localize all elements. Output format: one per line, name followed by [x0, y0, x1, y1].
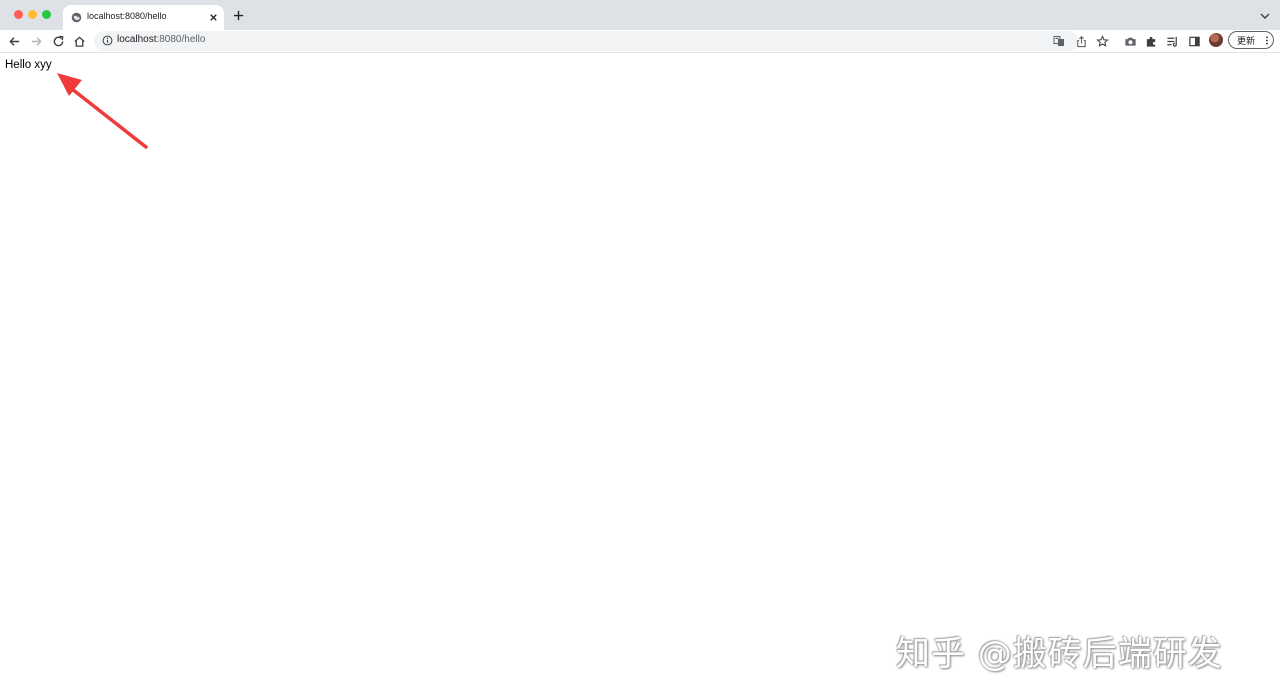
- chevron-down-icon[interactable]: [1260, 12, 1270, 20]
- url-text[interactable]: localhost:8080/hello: [117, 34, 205, 45]
- star-icon[interactable]: [1096, 35, 1109, 48]
- window-minimize-button[interactable]: [28, 10, 37, 19]
- reading-list-icon[interactable]: [1166, 35, 1179, 48]
- back-arrow-icon[interactable]: [8, 35, 21, 48]
- more-vertical-icon: [1266, 36, 1268, 45]
- new-tab-plus-icon[interactable]: [233, 10, 244, 21]
- annotation-arrow: [57, 73, 148, 149]
- extensions-icon[interactable]: [1145, 35, 1158, 48]
- url-host: localhost: [117, 34, 157, 45]
- camera-icon[interactable]: [1124, 35, 1137, 48]
- avatar[interactable]: [1209, 33, 1223, 47]
- globe-icon: [71, 12, 82, 23]
- address-bar[interactable]: localhost:8080/hello: [94, 31, 1078, 51]
- browser-toolbar: localhost:8080/hello 更新: [0, 30, 1280, 53]
- window-maximize-button[interactable]: [42, 10, 51, 19]
- page-text: Hello xyy: [5, 59, 52, 71]
- url-path: :8080/hello: [156, 34, 206, 45]
- tab-strip: localhost:8080/hello: [0, 0, 1280, 30]
- tab-close-icon[interactable]: [208, 12, 219, 23]
- info-icon[interactable]: [102, 35, 113, 46]
- share-icon[interactable]: [1075, 35, 1088, 48]
- home-icon[interactable]: [73, 35, 86, 48]
- tab-title: localhost:8080/hello: [87, 11, 167, 21]
- update-button[interactable]: 更新: [1228, 31, 1274, 49]
- active-tab[interactable]: localhost:8080/hello: [63, 5, 224, 30]
- forward-arrow-icon[interactable]: [30, 35, 43, 48]
- update-button-label: 更新: [1237, 37, 1256, 47]
- translate-icon[interactable]: [1053, 35, 1065, 47]
- reload-icon[interactable]: [52, 35, 65, 48]
- watermark: 知乎 @搬砖后端研发: [896, 634, 1223, 674]
- side-panel-icon[interactable]: [1188, 35, 1201, 48]
- window-close-button[interactable]: [14, 10, 23, 19]
